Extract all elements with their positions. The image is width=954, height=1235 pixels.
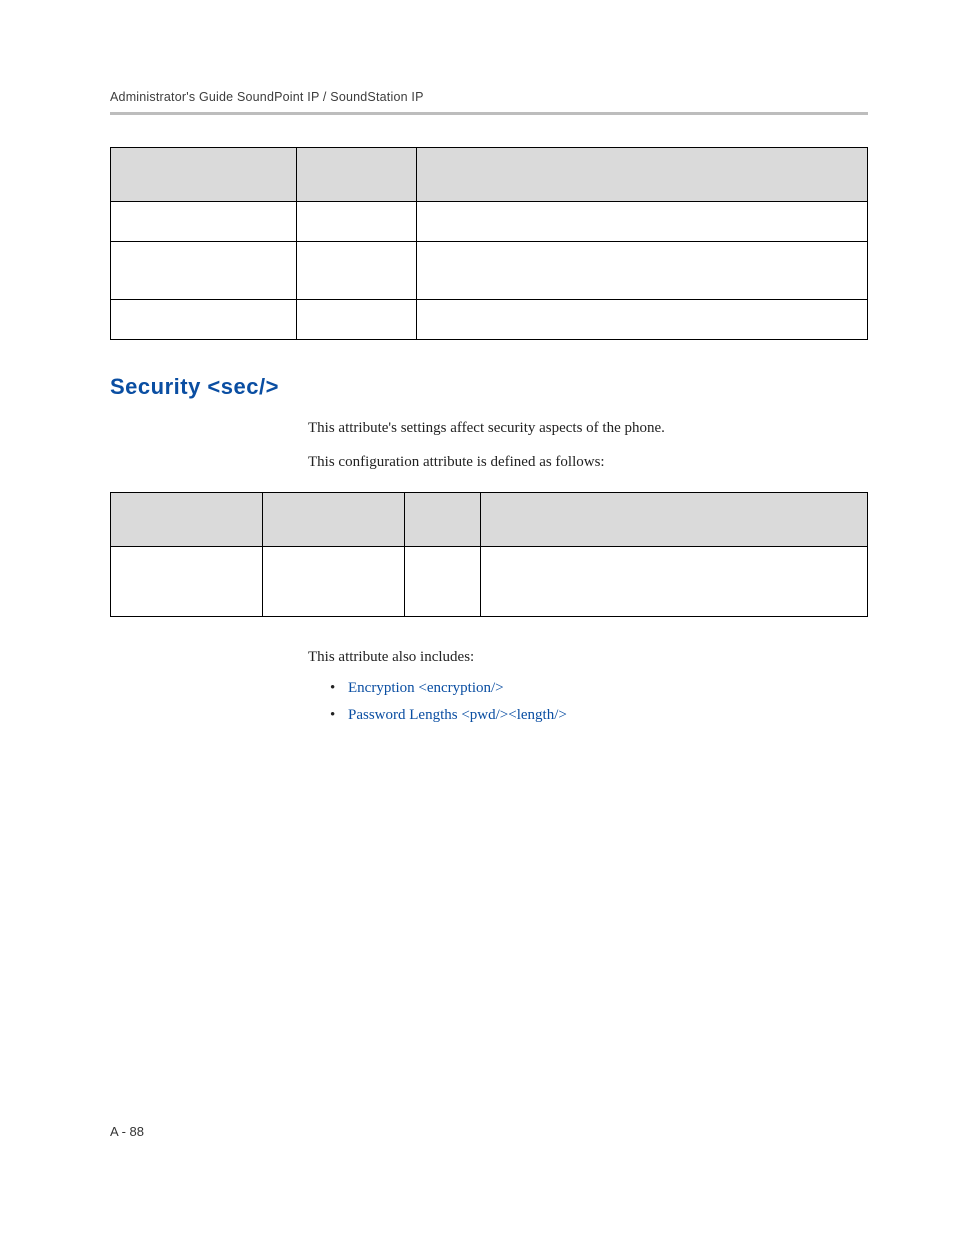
table-cell — [417, 242, 868, 300]
table-header-cell — [111, 148, 297, 202]
running-header: Administrator's Guide SoundPoint IP / So… — [110, 90, 868, 112]
table-header-cell — [405, 492, 481, 546]
link-list: Encryption <encryption/> Password Length… — [330, 680, 868, 724]
table-cell — [111, 242, 297, 300]
table-cell — [111, 202, 297, 242]
table-header-cell — [297, 148, 417, 202]
table-cell — [405, 546, 481, 616]
table-row — [111, 202, 868, 242]
body-paragraph: This attribute's settings affect securit… — [308, 418, 868, 440]
page-number: A - 88 — [110, 1124, 144, 1139]
list-item: Password Lengths <pwd/><length/> — [330, 707, 868, 724]
header-rule — [110, 112, 868, 115]
table-row — [111, 546, 868, 616]
link-password-lengths[interactable]: Password Lengths <pwd/><length/> — [348, 707, 567, 723]
table-header-row — [111, 148, 868, 202]
body-paragraph: This attribute also includes: — [308, 647, 868, 669]
table-cell — [417, 300, 868, 340]
table-row — [111, 242, 868, 300]
list-item: Encryption <encryption/> — [330, 680, 868, 697]
table-header-cell — [111, 492, 263, 546]
table-header-row — [111, 492, 868, 546]
table-row — [111, 300, 868, 340]
table-cell — [481, 546, 868, 616]
section-heading-security: Security <sec/> — [110, 374, 868, 400]
table-cell — [111, 546, 263, 616]
table-cell — [263, 546, 405, 616]
body-paragraph: This configuration attribute is defined … — [308, 452, 868, 474]
table-cell — [417, 202, 868, 242]
table-header-cell — [481, 492, 868, 546]
document-page: Administrator's Guide SoundPoint IP / So… — [0, 0, 954, 1235]
table-header-cell — [263, 492, 405, 546]
link-encryption[interactable]: Encryption <encryption/> — [348, 680, 504, 696]
attribute-table-1 — [110, 147, 868, 340]
attribute-table-2 — [110, 492, 868, 617]
table-cell — [111, 300, 297, 340]
table-cell — [297, 242, 417, 300]
table-cell — [297, 202, 417, 242]
table-cell — [297, 300, 417, 340]
table-header-cell — [417, 148, 868, 202]
